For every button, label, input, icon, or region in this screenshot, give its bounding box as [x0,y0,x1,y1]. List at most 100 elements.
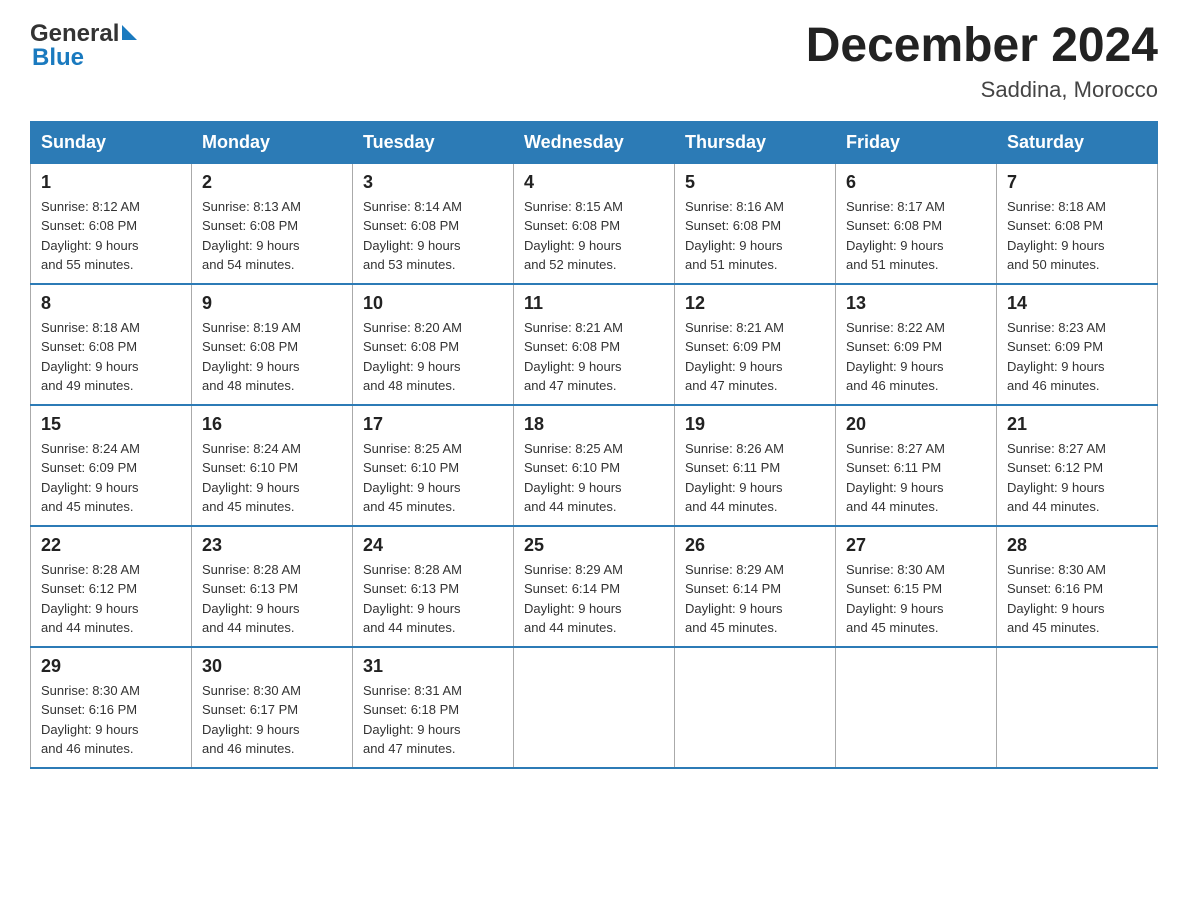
day-number: 1 [41,172,181,193]
calendar-week-3: 15 Sunrise: 8:24 AMSunset: 6:09 PMDaylig… [31,405,1158,526]
calendar-cell: 19 Sunrise: 8:26 AMSunset: 6:11 PMDaylig… [675,405,836,526]
calendar-cell [514,647,675,768]
calendar-cell: 4 Sunrise: 8:15 AMSunset: 6:08 PMDayligh… [514,163,675,284]
day-info: Sunrise: 8:19 AMSunset: 6:08 PMDaylight:… [202,320,301,394]
calendar-cell: 10 Sunrise: 8:20 AMSunset: 6:08 PMDaylig… [353,284,514,405]
calendar-cell: 17 Sunrise: 8:25 AMSunset: 6:10 PMDaylig… [353,405,514,526]
calendar-cell: 15 Sunrise: 8:24 AMSunset: 6:09 PMDaylig… [31,405,192,526]
logo: General Blue [30,20,137,72]
calendar-week-5: 29 Sunrise: 8:30 AMSunset: 6:16 PMDaylig… [31,647,1158,768]
calendar-cell: 29 Sunrise: 8:30 AMSunset: 6:16 PMDaylig… [31,647,192,768]
day-info: Sunrise: 8:14 AMSunset: 6:08 PMDaylight:… [363,199,462,273]
day-info: Sunrise: 8:15 AMSunset: 6:08 PMDaylight:… [524,199,623,273]
day-info: Sunrise: 8:28 AMSunset: 6:13 PMDaylight:… [363,562,462,636]
day-info: Sunrise: 8:21 AMSunset: 6:09 PMDaylight:… [685,320,784,394]
calendar-cell: 18 Sunrise: 8:25 AMSunset: 6:10 PMDaylig… [514,405,675,526]
day-number: 29 [41,656,181,677]
calendar-cell: 3 Sunrise: 8:14 AMSunset: 6:08 PMDayligh… [353,163,514,284]
day-info: Sunrise: 8:23 AMSunset: 6:09 PMDaylight:… [1007,320,1106,394]
calendar-cell [997,647,1158,768]
day-number: 13 [846,293,986,314]
day-info: Sunrise: 8:18 AMSunset: 6:08 PMDaylight:… [1007,199,1106,273]
day-number: 15 [41,414,181,435]
day-number: 12 [685,293,825,314]
day-number: 28 [1007,535,1147,556]
day-number: 9 [202,293,342,314]
day-number: 4 [524,172,664,193]
calendar-cell: 6 Sunrise: 8:17 AMSunset: 6:08 PMDayligh… [836,163,997,284]
day-number: 30 [202,656,342,677]
day-number: 18 [524,414,664,435]
day-number: 27 [846,535,986,556]
day-info: Sunrise: 8:27 AMSunset: 6:12 PMDaylight:… [1007,441,1106,515]
day-info: Sunrise: 8:30 AMSunset: 6:16 PMDaylight:… [1007,562,1106,636]
day-info: Sunrise: 8:16 AMSunset: 6:08 PMDaylight:… [685,199,784,273]
calendar-cell: 7 Sunrise: 8:18 AMSunset: 6:08 PMDayligh… [997,163,1158,284]
calendar-cell: 5 Sunrise: 8:16 AMSunset: 6:08 PMDayligh… [675,163,836,284]
day-info: Sunrise: 8:27 AMSunset: 6:11 PMDaylight:… [846,441,945,515]
day-info: Sunrise: 8:31 AMSunset: 6:18 PMDaylight:… [363,683,462,757]
day-info: Sunrise: 8:30 AMSunset: 6:15 PMDaylight:… [846,562,945,636]
calendar-week-4: 22 Sunrise: 8:28 AMSunset: 6:12 PMDaylig… [31,526,1158,647]
calendar-cell: 26 Sunrise: 8:29 AMSunset: 6:14 PMDaylig… [675,526,836,647]
day-info: Sunrise: 8:24 AMSunset: 6:10 PMDaylight:… [202,441,301,515]
day-info: Sunrise: 8:13 AMSunset: 6:08 PMDaylight:… [202,199,301,273]
calendar-week-1: 1 Sunrise: 8:12 AMSunset: 6:08 PMDayligh… [31,163,1158,284]
day-info: Sunrise: 8:21 AMSunset: 6:08 PMDaylight:… [524,320,623,394]
calendar-cell: 2 Sunrise: 8:13 AMSunset: 6:08 PMDayligh… [192,163,353,284]
day-number: 8 [41,293,181,314]
day-info: Sunrise: 8:20 AMSunset: 6:08 PMDaylight:… [363,320,462,394]
day-info: Sunrise: 8:25 AMSunset: 6:10 PMDaylight:… [363,441,462,515]
day-info: Sunrise: 8:30 AMSunset: 6:17 PMDaylight:… [202,683,301,757]
calendar-cell: 28 Sunrise: 8:30 AMSunset: 6:16 PMDaylig… [997,526,1158,647]
day-number: 24 [363,535,503,556]
calendar-cell: 12 Sunrise: 8:21 AMSunset: 6:09 PMDaylig… [675,284,836,405]
calendar-cell: 13 Sunrise: 8:22 AMSunset: 6:09 PMDaylig… [836,284,997,405]
day-info: Sunrise: 8:28 AMSunset: 6:13 PMDaylight:… [202,562,301,636]
title-block: December 2024 Saddina, Morocco [806,20,1158,103]
day-number: 23 [202,535,342,556]
day-info: Sunrise: 8:12 AMSunset: 6:08 PMDaylight:… [41,199,140,273]
calendar-cell: 27 Sunrise: 8:30 AMSunset: 6:15 PMDaylig… [836,526,997,647]
day-number: 3 [363,172,503,193]
day-number: 17 [363,414,503,435]
day-number: 7 [1007,172,1147,193]
day-number: 22 [41,535,181,556]
day-info: Sunrise: 8:18 AMSunset: 6:08 PMDaylight:… [41,320,140,394]
calendar-cell: 31 Sunrise: 8:31 AMSunset: 6:18 PMDaylig… [353,647,514,768]
day-info: Sunrise: 8:29 AMSunset: 6:14 PMDaylight:… [524,562,623,636]
calendar-table: Sunday Monday Tuesday Wednesday Thursday… [30,121,1158,769]
day-number: 5 [685,172,825,193]
day-info: Sunrise: 8:26 AMSunset: 6:11 PMDaylight:… [685,441,784,515]
day-info: Sunrise: 8:24 AMSunset: 6:09 PMDaylight:… [41,441,140,515]
day-number: 21 [1007,414,1147,435]
page-subtitle: Saddina, Morocco [806,77,1158,103]
col-sunday: Sunday [31,121,192,163]
col-monday: Monday [192,121,353,163]
calendar-cell: 9 Sunrise: 8:19 AMSunset: 6:08 PMDayligh… [192,284,353,405]
col-tuesday: Tuesday [353,121,514,163]
col-friday: Friday [836,121,997,163]
day-number: 10 [363,293,503,314]
calendar-cell: 11 Sunrise: 8:21 AMSunset: 6:08 PMDaylig… [514,284,675,405]
calendar-cell: 1 Sunrise: 8:12 AMSunset: 6:08 PMDayligh… [31,163,192,284]
day-number: 26 [685,535,825,556]
calendar-cell: 14 Sunrise: 8:23 AMSunset: 6:09 PMDaylig… [997,284,1158,405]
day-info: Sunrise: 8:28 AMSunset: 6:12 PMDaylight:… [41,562,140,636]
calendar-cell: 24 Sunrise: 8:28 AMSunset: 6:13 PMDaylig… [353,526,514,647]
day-info: Sunrise: 8:30 AMSunset: 6:16 PMDaylight:… [41,683,140,757]
logo-triangle-icon [122,25,137,40]
day-number: 16 [202,414,342,435]
calendar-cell: 21 Sunrise: 8:27 AMSunset: 6:12 PMDaylig… [997,405,1158,526]
day-info: Sunrise: 8:25 AMSunset: 6:10 PMDaylight:… [524,441,623,515]
calendar-cell: 22 Sunrise: 8:28 AMSunset: 6:12 PMDaylig… [31,526,192,647]
calendar-cell [675,647,836,768]
page-title: December 2024 [806,20,1158,73]
calendar-cell [836,647,997,768]
calendar-cell: 16 Sunrise: 8:24 AMSunset: 6:10 PMDaylig… [192,405,353,526]
day-info: Sunrise: 8:29 AMSunset: 6:14 PMDaylight:… [685,562,784,636]
calendar-cell: 23 Sunrise: 8:28 AMSunset: 6:13 PMDaylig… [192,526,353,647]
day-number: 2 [202,172,342,193]
calendar-cell: 25 Sunrise: 8:29 AMSunset: 6:14 PMDaylig… [514,526,675,647]
day-number: 20 [846,414,986,435]
